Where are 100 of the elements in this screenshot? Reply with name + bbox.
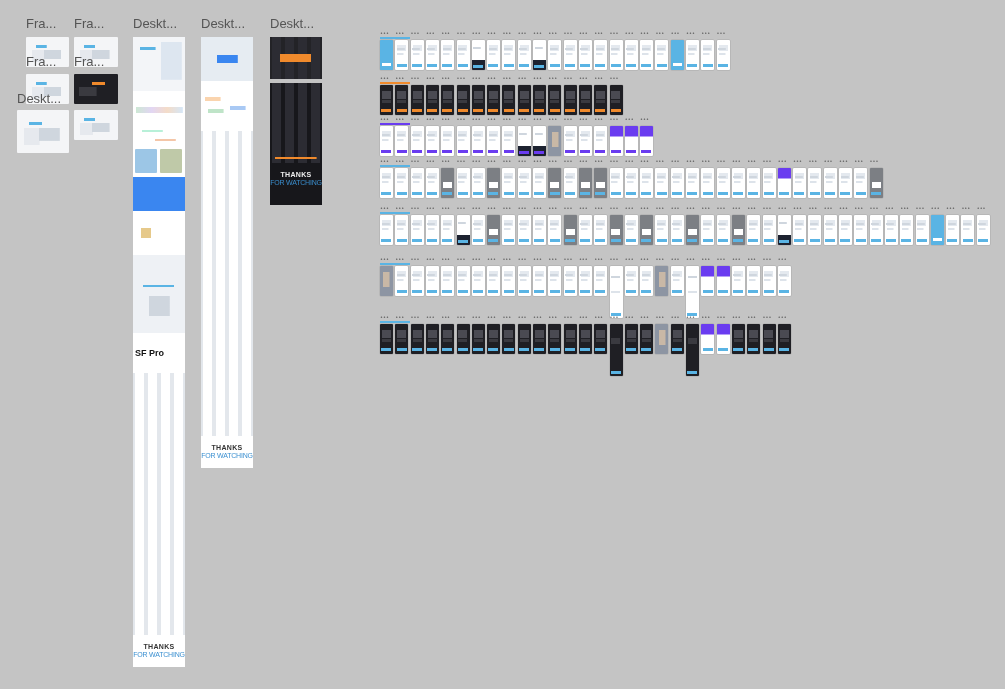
screen-thumbnail[interactable]: [517, 324, 531, 354]
screen-thumbnail[interactable]: [823, 215, 837, 245]
screen-thumbnail[interactable]: [640, 324, 654, 354]
screen-thumbnail[interactable]: [563, 168, 577, 198]
screen-thumbnail[interactable]: [594, 40, 608, 70]
screen-thumbnail[interactable]: [548, 324, 562, 354]
screen-thumbnail[interactable]: [747, 266, 761, 296]
screen-thumbnail[interactable]: [594, 168, 608, 198]
screen-thumbnail[interactable]: [869, 168, 883, 198]
screen-thumbnail[interactable]: [441, 168, 455, 198]
screen-thumbnail[interactable]: [930, 215, 944, 245]
screen-thumbnail[interactable]: [487, 168, 501, 198]
screen-thumbnail[interactable]: [380, 324, 393, 354]
screen-thumbnail[interactable]: [471, 215, 485, 245]
screen-thumbnail[interactable]: [854, 215, 868, 245]
screen-thumbnail[interactable]: [624, 215, 638, 245]
screen-thumbnail[interactable]: [410, 40, 424, 70]
screen-thumbnail[interactable]: [471, 40, 485, 70]
screen-thumbnail[interactable]: [686, 324, 699, 376]
screen-thumbnail[interactable]: [716, 324, 730, 354]
screen-thumbnail[interactable]: [563, 85, 577, 115]
screen-thumbnail[interactable]: [502, 85, 516, 115]
screen-thumbnail[interactable]: [548, 215, 562, 245]
screen-thumbnail[interactable]: [640, 215, 654, 245]
screen-thumbnail[interactable]: [594, 126, 608, 156]
screen-thumbnail[interactable]: [533, 215, 546, 245]
screen-thumbnail[interactable]: [839, 168, 852, 198]
screen-thumbnail[interactable]: [533, 324, 546, 354]
screen-thumbnail[interactable]: [563, 126, 577, 156]
screen-thumbnail[interactable]: [533, 40, 546, 70]
screen-thumbnail[interactable]: [517, 126, 531, 156]
screen-thumbnail[interactable]: [563, 266, 577, 296]
screen-thumbnail[interactable]: [716, 266, 730, 296]
screen-thumbnail[interactable]: [456, 168, 470, 198]
screen-thumbnail[interactable]: [395, 126, 409, 156]
screen-thumbnail[interactable]: [869, 215, 883, 245]
screen-thumbnail[interactable]: [701, 168, 715, 198]
screen-thumbnail[interactable]: [441, 126, 455, 156]
screen-thumbnail[interactable]: [670, 266, 684, 296]
screen-thumbnail[interactable]: [380, 168, 393, 198]
screen-thumbnail[interactable]: [915, 215, 929, 245]
screen-thumbnail[interactable]: [609, 215, 623, 245]
screen-thumbnail[interactable]: [640, 126, 654, 156]
screen-thumbnail[interactable]: [578, 266, 592, 296]
screen-thumbnail[interactable]: [410, 324, 424, 354]
screen-thumbnail[interactable]: [548, 85, 562, 115]
screen-thumbnail[interactable]: [716, 215, 730, 245]
screen-thumbnail[interactable]: [686, 40, 699, 70]
screen-thumbnail[interactable]: [425, 40, 439, 70]
screen-thumbnail[interactable]: [793, 215, 807, 245]
screen-thumbnail[interactable]: [961, 215, 975, 245]
screen-thumbnail[interactable]: [517, 85, 531, 115]
screen-thumbnail[interactable]: [502, 40, 516, 70]
screen-thumbnail[interactable]: [686, 215, 699, 245]
screen-thumbnail[interactable]: [624, 168, 638, 198]
screen-thumbnail[interactable]: [425, 126, 439, 156]
screen-thumbnail[interactable]: [701, 215, 715, 245]
screen-thumbnail[interactable]: [563, 324, 577, 354]
frame-thumbnail[interactable]: [26, 37, 69, 67]
screen-thumbnail[interactable]: [578, 40, 592, 70]
screen-thumbnail[interactable]: [731, 215, 745, 245]
screen-thumbnail[interactable]: [425, 85, 439, 115]
screen-thumbnail[interactable]: [686, 168, 699, 198]
screen-thumbnail[interactable]: [548, 266, 562, 296]
screen-thumbnail[interactable]: [701, 266, 715, 296]
screen-thumbnail[interactable]: [640, 40, 654, 70]
screen-thumbnail[interactable]: [578, 85, 592, 115]
screen-thumbnail[interactable]: [471, 266, 485, 296]
screen-thumbnail[interactable]: [731, 266, 745, 296]
screen-thumbnail[interactable]: [487, 40, 501, 70]
screen-thumbnail[interactable]: [395, 40, 409, 70]
screen-thumbnail[interactable]: [456, 215, 470, 245]
screen-thumbnail[interactable]: [517, 40, 531, 70]
screen-thumbnail[interactable]: [395, 215, 409, 245]
screen-thumbnail[interactable]: [823, 168, 837, 198]
screen-thumbnail[interactable]: [609, 168, 623, 198]
screen-thumbnail[interactable]: [502, 168, 516, 198]
screen-thumbnail[interactable]: [395, 168, 409, 198]
screen-thumbnail[interactable]: [762, 324, 776, 354]
screen-thumbnail[interactable]: [594, 85, 608, 115]
screen-thumbnail[interactable]: [670, 215, 684, 245]
screen-thumbnail[interactable]: [884, 215, 898, 245]
screen-thumbnail[interactable]: [487, 85, 501, 115]
screen-thumbnail[interactable]: [762, 215, 776, 245]
screen-thumbnail[interactable]: [425, 266, 439, 296]
screen-thumbnail[interactable]: [670, 168, 684, 198]
screen-thumbnail[interactable]: [701, 40, 715, 70]
screen-thumbnail[interactable]: [762, 168, 776, 198]
screen-thumbnail[interactable]: [548, 40, 562, 70]
screen-thumbnail[interactable]: [563, 215, 577, 245]
screen-thumbnail[interactable]: [471, 126, 485, 156]
screen-thumbnail[interactable]: [716, 168, 730, 198]
screen-thumbnail[interactable]: [578, 324, 592, 354]
screen-thumbnail[interactable]: [380, 215, 393, 245]
photo-placeholder[interactable]: [380, 266, 393, 296]
screen-thumbnail[interactable]: [502, 266, 516, 296]
screen-thumbnail[interactable]: [395, 324, 409, 354]
screen-thumbnail[interactable]: [456, 324, 470, 354]
frame-thumbnail[interactable]: [74, 74, 118, 104]
screen-thumbnail[interactable]: [563, 40, 577, 70]
